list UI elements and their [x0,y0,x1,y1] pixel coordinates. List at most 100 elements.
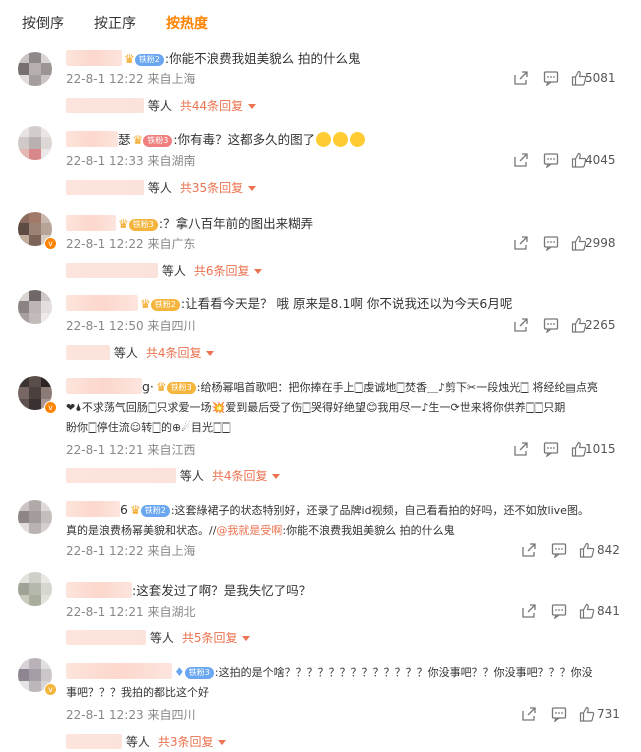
tab-order[interactable]: 按正序 [94,13,136,33]
avatar[interactable] [18,500,52,534]
tab-reverse-order[interactable]: 按倒序 [22,13,64,33]
username[interactable] [66,663,172,679]
reply-suffix: 等人 [149,631,174,645]
reply-summary[interactable]: 等人 共5条回复 [66,628,251,648]
verified-badge-icon: v [44,401,57,414]
comment-text: ♛ 铁粉2:让看看今天是？ 哦 原来是8.1啊 你不说我还以为今天6月呢 [66,293,625,315]
comment-meta: 22-8-1 12:50 来自四川 [66,317,195,335]
comment-meta: 22-8-1 12:21 来自江西 [66,441,195,459]
avatar[interactable] [18,52,52,86]
comment-icon[interactable] [551,603,567,619]
reply-total[interactable]: 共5条回复 [182,631,238,645]
reply-total[interactable]: 共6条回复 [194,264,250,278]
caret-down-icon[interactable] [254,269,263,274]
comment-content: :这套綠裙子的状态特别好，还录了品牌id视频，自己看看拍的好吗，还不如放live… [170,504,589,517]
avatar[interactable] [18,290,52,324]
share-icon[interactable] [521,706,537,722]
share-icon[interactable] [521,542,537,558]
comment-icon[interactable] [543,70,559,86]
avatar[interactable] [18,126,52,160]
username-visible[interactable]: 瑟 [118,132,131,147]
share-icon[interactable] [513,441,529,457]
reply-username [66,180,144,195]
username[interactable] [66,295,138,311]
username-visible[interactable]: g· [142,379,154,394]
share-icon[interactable] [513,317,529,333]
reply-total[interactable]: 共4条回复 [212,469,268,483]
comment-icon[interactable] [543,235,559,251]
comment-icon[interactable] [543,317,559,333]
like-icon[interactable] [579,706,595,722]
mention-link[interactable]: @我就是受啊 [216,524,282,537]
caret-down-icon[interactable] [242,636,251,641]
comment-content: 真的是浪费杨幂美貌和状态。// [66,524,217,537]
comment-text: g· ♛ 铁粉3:给杨幂唱首歌吧：把你捧在手上🀆虔诚地🀆焚香＿♪剪下✂一段烛光🀆 将… [66,377,625,438]
fan-badge: 铁粉2 [150,299,180,311]
crown-icon: ♛ [132,133,144,147]
username[interactable] [66,582,132,598]
diamond-icon: ♦ [174,665,185,679]
caret-down-icon[interactable] [248,104,257,109]
caret-down-icon[interactable] [206,351,215,356]
share-icon[interactable] [513,152,529,168]
comment-item: v ♛ 铁粉3:？拿八百年前的图出来糊弄 22-8-1 12:22 来自广东 29… [0,204,641,284]
crown-icon: ♛ [129,503,141,517]
reply-suffix: 等人 [179,469,204,483]
reply-summary[interactable]: 等人 共3条回复 [66,732,227,752]
comment-icon[interactable] [551,706,567,722]
reply-summary[interactable]: 等人 共35条回复 [66,178,257,198]
avatar[interactable] [18,572,52,606]
comment-line-1: g· ♛ 铁粉3:给杨幂唱首歌吧：把你捧在手上🀆虔诚地🀆焚香＿♪剪下✂一段烛光🀆 将… [66,377,625,398]
timestamp: 22-8-1 12:21 [66,605,144,619]
comment-icon[interactable] [543,152,559,168]
timestamp: 22-8-1 12:50 [66,319,144,333]
comment-item: ♛ 铁粉2:让看看今天是？ 哦 原来是8.1啊 你不说我还以为今天6月呢 22-8… [0,284,641,368]
share-icon[interactable] [513,70,529,86]
like-count: 4045 [585,153,616,167]
timestamp: 22-8-1 12:22 [66,72,144,86]
username[interactable] [66,215,116,231]
reply-total[interactable]: 共4条回复 [146,346,202,360]
comment-content: :这套发过了啊？是我失忆了吗？ [132,583,312,598]
username[interactable] [66,50,122,66]
verified-badge-icon: v [44,237,57,250]
comment-line-2: 真的是浪费杨幂美貌和状态。//@我就是受啊:你能不浪费我姐美貌么 拍的什么鬼 [66,521,625,541]
username[interactable] [66,378,142,394]
like-count: 1015 [585,442,616,456]
comment-icon[interactable] [543,441,559,457]
sweat-emoji-icon [316,132,332,147]
username-visible[interactable]: 6 [120,502,128,517]
username[interactable] [66,131,118,147]
like-icon[interactable] [579,603,595,619]
location: 来自湖北 [147,605,196,619]
caret-down-icon[interactable] [218,740,227,745]
comment-icon[interactable] [551,542,567,558]
tab-hot[interactable]: 按热度 [166,13,208,33]
reply-summary[interactable]: 等人 共6条回复 [66,261,263,281]
caret-down-icon[interactable] [248,186,257,191]
reply-total[interactable]: 共44条回复 [180,99,243,113]
reply-total[interactable]: 共35条回复 [180,181,243,195]
reply-total[interactable]: 共3条回复 [158,735,214,749]
comment-content: :你能不浪费我姐美貌么 拍的什么鬼 [164,51,361,66]
caret-down-icon[interactable] [272,474,281,479]
reply-suffix: 等人 [147,99,172,113]
verified-badge-icon: v [44,683,57,696]
reply-username [66,468,176,483]
username[interactable] [66,501,120,517]
share-icon[interactable] [513,235,529,251]
share-icon[interactable] [521,603,537,619]
location: 来自上海 [147,72,196,86]
reply-summary[interactable]: 等人 共4条回复 [66,466,281,486]
fan-badge: 铁粉3 [184,667,214,679]
fan-badge: 铁粉3 [143,135,173,147]
reply-suffix: 等人 [113,346,138,360]
reply-summary[interactable]: 等人 共44条回复 [66,96,257,116]
comment-actions: 841 [521,603,623,623]
comment-item: 瑟 ♛ 铁粉3:你有毒？这都多久的图了 22-8-1 12:33 来自湖南 4045… [0,124,641,204]
like-count: 842 [597,543,620,557]
reply-username [66,263,158,278]
like-icon[interactable] [579,542,595,558]
reply-summary[interactable]: 等人 共4条回复 [66,343,215,363]
comment-meta: 22-8-1 12:22 来自广东 [66,235,195,253]
